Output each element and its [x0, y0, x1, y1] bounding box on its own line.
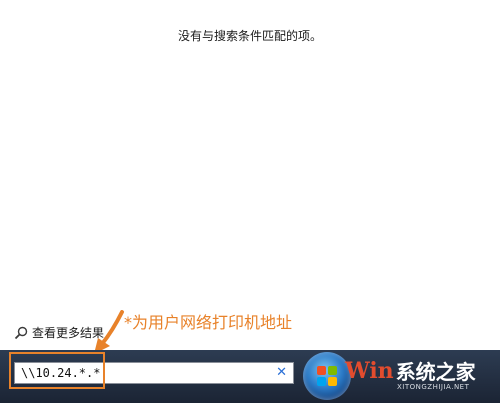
search-input-highlight [9, 352, 105, 389]
windows-logo-icon [317, 366, 337, 386]
watermark-logo: Win 系统之家 XITONGZHIJIA.NET [345, 356, 476, 392]
see-more-results-link[interactable]: 查看更多结果 [14, 324, 104, 341]
watermark-url: XITONGZHIJIA.NET [397, 383, 470, 391]
start-menu-search-panel: 没有与搜索条件匹配的项。 查看更多结果 *为用户网络打印机地址 [0, 0, 500, 403]
start-button[interactable] [303, 352, 351, 400]
watermark-win: Win [345, 357, 394, 384]
watermark-text: 系统之家 [395, 360, 476, 384]
annotation-text: *为用户网络打印机地址 [124, 313, 293, 332]
search-icon [14, 326, 28, 339]
close-icon[interactable]: ✕ [276, 365, 287, 381]
no-results-message: 没有与搜索条件匹配的项。 [177, 29, 322, 43]
